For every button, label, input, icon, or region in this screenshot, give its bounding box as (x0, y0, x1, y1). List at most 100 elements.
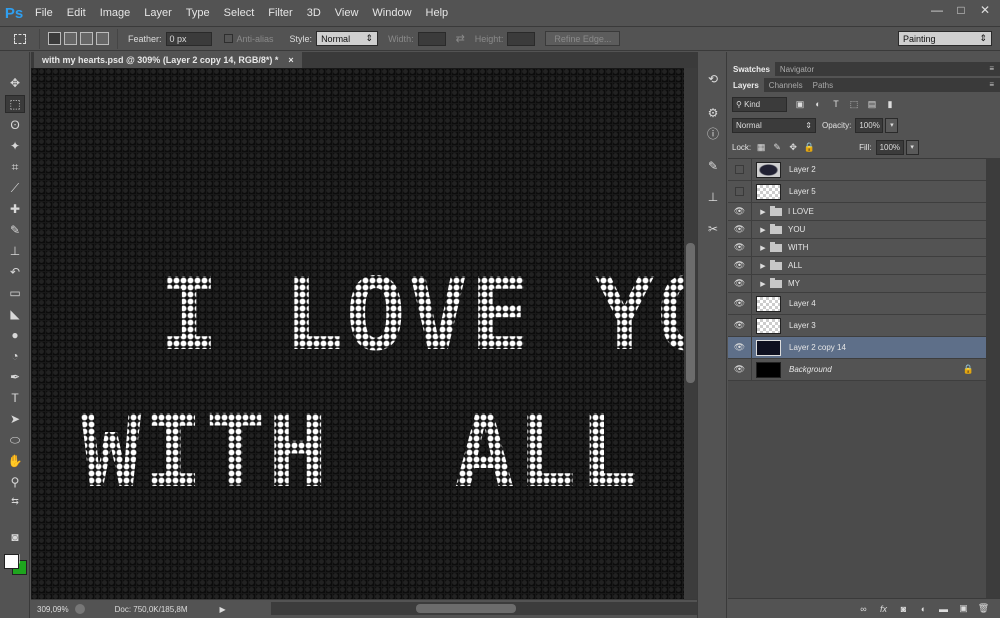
tab-paths[interactable]: Paths (808, 78, 838, 92)
swap-icon[interactable]: ⇄ (456, 32, 465, 45)
document-tab[interactable]: with my hearts.psd @ 309% (Layer 2 copy … (34, 52, 302, 68)
type-tool-icon[interactable]: T (5, 389, 25, 407)
menu-layer[interactable]: Layer (137, 7, 179, 19)
menu-type[interactable]: Type (179, 7, 217, 19)
new-layer-icon[interactable]: ▣ (957, 602, 970, 615)
kind-filter-select[interactable]: ⚲ Kind (732, 96, 787, 112)
eye-icon[interactable]: 👁 (728, 315, 752, 336)
blur-tool-icon[interactable]: ● (5, 326, 25, 344)
crop-tool-icon[interactable]: ⌗ (5, 158, 25, 176)
tool-preset-picker[interactable] (0, 28, 40, 49)
brush-panel-icon[interactable]: ✎ (703, 157, 723, 175)
lock-transparent-icon[interactable]: ▦ (755, 141, 767, 153)
type-filter-icon[interactable]: T (831, 99, 841, 109)
foreground-color-swatch[interactable] (4, 554, 19, 569)
lasso-tool-icon[interactable]: ʘ (5, 116, 25, 134)
style-select[interactable]: Normal ⇕ (316, 31, 379, 46)
eraser-icon[interactable]: ▭ (5, 284, 25, 302)
eye-icon[interactable]: 👁 (728, 337, 752, 358)
menu-help[interactable]: Help (419, 7, 456, 19)
pen-tool-icon[interactable]: ✒ (5, 368, 25, 386)
horizontal-scroll-thumb[interactable] (416, 604, 516, 613)
history-brush-icon[interactable]: ↶ (5, 263, 25, 281)
fill-arrow-icon[interactable]: ▾ (905, 139, 919, 155)
zoom-tool-icon[interactable]: ⚲ (5, 473, 25, 491)
opacity-input[interactable]: 100% (855, 117, 884, 133)
layer-row[interactable]: Layer 2 (728, 159, 986, 181)
smart-object-filter-icon[interactable]: ▤ (867, 99, 877, 109)
eye-icon[interactable]: 👁 (728, 221, 752, 238)
expand-arrow-icon[interactable]: ▶ (756, 280, 770, 288)
layer-row[interactable]: 👁 Layer 4 (728, 293, 986, 315)
horizontal-scrollbar[interactable] (271, 602, 711, 615)
menu-filter[interactable]: Filter (261, 7, 299, 19)
ellipse-tool-icon[interactable]: ⬭ (5, 431, 25, 449)
menu-file[interactable]: File (28, 7, 60, 19)
eyedropper-icon[interactable]: ⟋ (5, 179, 25, 197)
magic-wand-icon[interactable]: ✦ (5, 137, 25, 155)
menu-3d[interactable]: 3D (300, 7, 328, 19)
eye-icon[interactable]: 👁 (728, 239, 752, 256)
info-panel-icon[interactable]: ⓘ (703, 124, 723, 142)
history-panel-icon[interactable]: ⟲ (703, 70, 723, 88)
close-tab-icon[interactable]: × (288, 55, 293, 65)
workspace-select[interactable]: Painting ⇕ (898, 31, 992, 46)
clone-source-icon[interactable]: ⊥ (703, 188, 723, 206)
group-row[interactable]: 👁 ▶ I LOVE (728, 203, 986, 221)
layers-menu-icon[interactable]: ≡ (989, 80, 994, 89)
eye-icon[interactable]: 👁 (728, 275, 752, 292)
quick-mask-icon[interactable]: ◙ (5, 528, 25, 546)
new-selection-icon[interactable] (48, 32, 61, 45)
eye-icon[interactable]: 👁 (728, 257, 752, 274)
adjustment-layer-icon[interactable]: ◐ (917, 602, 930, 615)
intersect-selection-icon[interactable] (96, 32, 109, 45)
status-menu-arrow-icon[interactable]: ▶ (220, 605, 226, 614)
add-selection-icon[interactable] (64, 32, 77, 45)
path-selection-icon[interactable]: ➤ (5, 410, 25, 428)
filter-toggle-icon[interactable]: ▮ (885, 99, 895, 109)
group-row[interactable]: 👁 ▶ YOU (728, 221, 986, 239)
vertical-scrollbar[interactable] (684, 68, 697, 599)
expand-arrow-icon[interactable]: ▶ (756, 208, 770, 216)
paint-bucket-icon[interactable]: ◣ (5, 305, 25, 323)
menu-edit[interactable]: Edit (60, 7, 93, 19)
tool-presets-icon[interactable]: ✂ (703, 220, 723, 238)
layer-mask-icon[interactable]: ◙ (897, 602, 910, 615)
healing-brush-icon[interactable]: ✚ (5, 200, 25, 218)
panel-menu-icon[interactable]: ≡ (989, 64, 994, 73)
eye-icon[interactable]: 👁 (728, 359, 752, 380)
move-tool-icon[interactable]: ✥ (5, 74, 25, 92)
lock-all-icon[interactable]: 🔒 (803, 141, 815, 153)
antialias-checkbox[interactable] (223, 34, 233, 43)
expand-arrow-icon[interactable]: ▶ (756, 262, 770, 270)
menu-image[interactable]: Image (93, 7, 138, 19)
pixel-filter-icon[interactable]: ▣ (795, 99, 805, 109)
link-layers-icon[interactable]: ∞ (857, 602, 870, 615)
background-layer-row[interactable]: 👁 Background 🔒 (728, 359, 986, 381)
lock-position-icon[interactable]: ✥ (787, 141, 799, 153)
layer-row[interactable]: 👁 Layer 3 (728, 315, 986, 337)
layer-row[interactable]: Layer 5 (728, 181, 986, 203)
maximize-button[interactable]: □ (950, 2, 972, 18)
height-input[interactable] (507, 31, 536, 46)
blend-mode-select[interactable]: Normal ⇕ (732, 117, 816, 133)
menu-select[interactable]: Select (217, 7, 262, 19)
tab-layers[interactable]: Layers (728, 78, 764, 92)
tab-channels[interactable]: Channels (764, 78, 808, 92)
width-input[interactable] (417, 31, 446, 46)
expand-arrow-icon[interactable]: ▶ (756, 226, 770, 234)
layer-style-icon[interactable]: fx (877, 602, 890, 615)
menu-view[interactable]: View (328, 7, 366, 19)
eye-icon[interactable]: 👁 (728, 293, 752, 314)
subtract-selection-icon[interactable] (80, 32, 93, 45)
menu-window[interactable]: Window (365, 7, 418, 19)
group-row[interactable]: 👁 ▶ WITH (728, 239, 986, 257)
visibility-toggle[interactable] (728, 159, 752, 180)
lock-pixels-icon[interactable]: ✎ (771, 141, 783, 153)
refine-edge-button[interactable]: Refine Edge... (545, 31, 621, 46)
fill-input[interactable]: 100% (875, 139, 904, 155)
visibility-toggle[interactable] (728, 181, 752, 202)
group-row[interactable]: 👁 ▶ MY (728, 275, 986, 293)
expand-arrow-icon[interactable]: ▶ (756, 244, 770, 252)
adjustment-filter-icon[interactable]: ◐ (813, 99, 823, 109)
